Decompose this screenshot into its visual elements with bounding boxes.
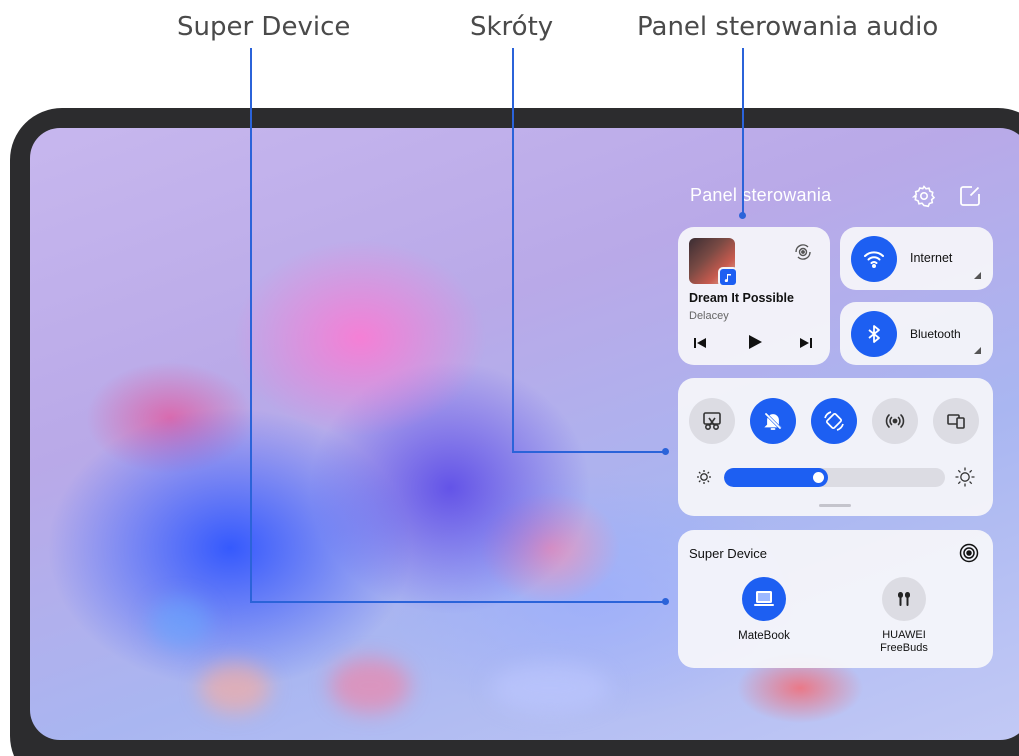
tutorial-illustration: Super Device Skróty Panel sterowania aud… (0, 0, 1019, 756)
brightness-low-icon (695, 468, 713, 486)
audio-control-card[interactable]: Dream It Possible Delacey (678, 227, 830, 365)
callout-shortcuts: Skróty (470, 12, 554, 42)
skip-previous-icon[interactable] (692, 335, 708, 351)
brightness-knob[interactable] (813, 472, 824, 483)
brightness-high-icon (954, 466, 976, 488)
song-title: Dream It Possible (689, 291, 794, 305)
drag-handle[interactable] (819, 504, 851, 507)
internet-label: Internet (910, 251, 953, 265)
edit-icon[interactable] (958, 184, 982, 208)
earbuds-icon[interactable] (882, 577, 926, 621)
brightness-slider[interactable] (724, 468, 945, 487)
expand-corner-icon (974, 272, 981, 279)
dock-app-blur (490, 663, 610, 713)
callout-line-audio-panel (742, 48, 744, 216)
laptop-icon[interactable] (742, 577, 786, 621)
callout-line-super-device (250, 48, 252, 602)
bluetooth-icon[interactable] (851, 311, 897, 357)
callout-dot (739, 212, 746, 219)
expand-corner-icon (974, 347, 981, 354)
audio-output-icon[interactable] (792, 241, 814, 263)
multi-screen-icon[interactable] (933, 398, 979, 444)
callout-dot (662, 448, 669, 455)
bell-off-icon[interactable] (750, 398, 796, 444)
play-icon[interactable] (746, 333, 764, 351)
gear-icon[interactable] (911, 184, 936, 208)
radar-icon[interactable] (958, 542, 980, 564)
callout-audio-panel: Panel sterowania audio (637, 12, 939, 42)
skip-next-icon[interactable] (798, 335, 814, 351)
home-app-blur (150, 598, 210, 648)
artist-name: Delacey (689, 310, 729, 322)
internet-tile[interactable]: Internet (840, 227, 993, 290)
device-name: HUAWEI FreeBuds (880, 629, 928, 654)
bluetooth-tile[interactable]: Bluetooth (840, 302, 993, 365)
wifi-icon[interactable] (851, 236, 897, 282)
callout-dot (662, 598, 669, 605)
callout-super-device: Super Device (177, 12, 351, 42)
callout-line-shortcuts (512, 48, 514, 452)
dock-app-blur (200, 663, 270, 713)
super-device-card: Super Device MateBook HUAWEI FreeBuds (678, 530, 993, 668)
hotspot-icon[interactable] (872, 398, 918, 444)
album-art (689, 238, 738, 287)
control-panel-title: Panel sterowania (690, 185, 832, 205)
callout-line-shortcuts (512, 451, 665, 453)
music-note-icon (718, 267, 738, 287)
screenshot-icon[interactable] (689, 398, 735, 444)
device-name: MateBook (738, 630, 790, 642)
callout-line-super-device (250, 601, 665, 603)
dock-app-blur (330, 658, 410, 713)
shortcuts-card (678, 378, 993, 516)
bluetooth-label: Bluetooth (910, 327, 961, 341)
super-device-title: Super Device (689, 546, 768, 561)
auto-rotate-icon[interactable] (811, 398, 857, 444)
